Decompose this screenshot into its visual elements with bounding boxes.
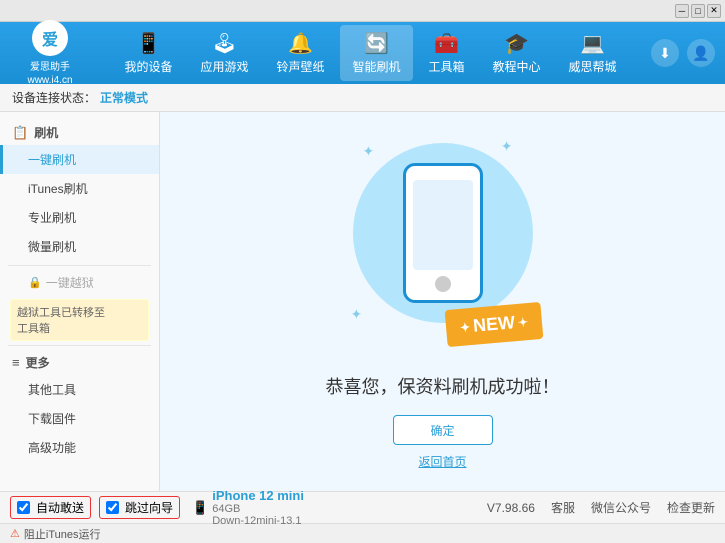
more-section-label: 更多 bbox=[26, 354, 50, 371]
header-right: ⬇ 👤 bbox=[651, 39, 715, 67]
nav-label-tutorial: 教程中心 bbox=[493, 58, 541, 75]
user-btn[interactable]: 👤 bbox=[687, 39, 715, 67]
itunes-status: 阻止iTunes运行 bbox=[24, 526, 101, 542]
content-area: ✦ ✦ ✦ ✦ NEW ✦ 恭喜您，保资料刷机成功啦！ 确定 返回首页 bbox=[160, 112, 725, 491]
status-label: 设备连接状态： bbox=[12, 89, 96, 106]
checkbox-skip-guide-wrapper: 跳过向导 bbox=[99, 496, 180, 519]
phone-home-btn bbox=[435, 276, 451, 292]
sparkle-3: ✦ bbox=[351, 306, 363, 323]
phone-illustration: ✦ ✦ ✦ ✦ NEW ✦ bbox=[343, 133, 543, 353]
phone-circle-bg bbox=[353, 143, 533, 323]
device-phone-icon: 📱 bbox=[192, 500, 208, 516]
nav-item-app-game[interactable]: 🕹 应用游戏 bbox=[188, 25, 260, 81]
more-section-icon: ≡ bbox=[12, 355, 20, 370]
nav-icon-ringtone: 🔔 bbox=[288, 31, 313, 56]
checkbox-skip-guide[interactable] bbox=[106, 501, 119, 514]
bottom-right: V7.98.66 客服 微信公众号 检查更新 bbox=[487, 499, 715, 516]
nav-icon-my-device: 📱 bbox=[136, 31, 161, 56]
title-bar: ─ □ ✕ bbox=[0, 0, 725, 22]
nav-item-smart-flash[interactable]: 🔄 智能刷机 bbox=[340, 25, 412, 81]
device-details: iPhone 12 mini 64GB Down-12mini-13.1 bbox=[212, 488, 304, 527]
logo[interactable]: 爱 爱思助手 www.i4.cn bbox=[10, 20, 90, 86]
sidebar-item-other-tools[interactable]: 其他工具 bbox=[0, 375, 159, 404]
new-badge-text: NEW bbox=[473, 312, 517, 337]
nav-item-tutorial[interactable]: 🎓 教程中心 bbox=[481, 25, 553, 81]
nav-icon-weisi: 💻 bbox=[580, 31, 605, 56]
nav-label-toolbox: 工具箱 bbox=[429, 58, 465, 75]
device-info: 📱 iPhone 12 mini 64GB Down-12mini-13.1 bbox=[192, 488, 304, 527]
checkbox-skip-guide-label[interactable]: 跳过向导 bbox=[125, 499, 173, 516]
status-bar: 设备连接状态： 正常模式 bbox=[0, 84, 725, 112]
new-star-right: ✦ bbox=[518, 315, 529, 330]
sidebar-item-download-fw[interactable]: 下载固件 bbox=[0, 404, 159, 433]
sidebar-item-save-flash[interactable]: 微量刷机 bbox=[0, 232, 159, 261]
jailbreak-notice: 越狱工具已转移至工具箱 bbox=[10, 299, 149, 341]
header: 爱 爱思助手 www.i4.cn 📱 我的设备 🕹 应用游戏 🔔 铃声壁纸 🔄 智能刷机 🧰 工具… bbox=[0, 22, 725, 84]
phone-body bbox=[403, 163, 483, 303]
close-btn[interactable]: ✕ bbox=[707, 4, 721, 18]
jailbreak-label: 一键越狱 bbox=[46, 274, 94, 291]
new-star-left: ✦ bbox=[460, 320, 471, 335]
success-message: 恭喜您，保资料刷机成功啦！ bbox=[326, 373, 560, 399]
check-update-link[interactable]: 检查更新 bbox=[667, 499, 715, 516]
nav-label-ringtone: 铃声壁纸 bbox=[276, 58, 324, 75]
download-btn[interactable]: ⬇ bbox=[651, 39, 679, 67]
nav-item-toolbox[interactable]: 🧰 工具箱 bbox=[417, 25, 477, 81]
divider-2 bbox=[8, 345, 151, 346]
bottom-bar: 自动敢送 跳过向导 📱 iPhone 12 mini 64GB Down-12m… bbox=[0, 491, 725, 523]
sidebar: 📋 刷机 一键刷机 iTunes刷机 专业刷机 微量刷机 🔒 一键越狱 越狱工具… bbox=[0, 112, 160, 491]
divider-1 bbox=[8, 265, 151, 266]
nav-label-my-device: 我的设备 bbox=[124, 58, 172, 75]
sparkle-2: ✦ bbox=[501, 138, 513, 155]
sparkle-1: ✦ bbox=[363, 143, 375, 160]
version-label: V7.98.66 bbox=[487, 501, 535, 515]
logo-name: 爱思助手 bbox=[30, 58, 70, 73]
itunes-bar: ⚠ 阻止iTunes运行 bbox=[0, 523, 725, 543]
nav-label-app-game: 应用游戏 bbox=[200, 58, 248, 75]
nav-label-weisi: 威思帮城 bbox=[569, 58, 617, 75]
status-value: 正常模式 bbox=[100, 89, 148, 106]
sidebar-item-one-click-flash[interactable]: 一键刷机 bbox=[0, 145, 159, 174]
device-firmware: Down-12mini-13.1 bbox=[212, 515, 304, 527]
nav-item-ringtone[interactable]: 🔔 铃声壁纸 bbox=[264, 25, 336, 81]
main: 📋 刷机 一键刷机 iTunes刷机 专业刷机 微量刷机 🔒 一键越狱 越狱工具… bbox=[0, 112, 725, 491]
wechat-link[interactable]: 微信公众号 bbox=[591, 499, 651, 516]
logo-url: www.i4.cn bbox=[27, 75, 72, 86]
maximize-btn[interactable]: □ bbox=[691, 4, 705, 18]
sidebar-section-jailbreak: 🔒 一键越狱 bbox=[0, 270, 159, 295]
nav-icon-app-game: 🕹 bbox=[212, 31, 237, 56]
nav-icon-toolbox: 🧰 bbox=[434, 31, 459, 56]
sidebar-section-flash: 📋 刷机 bbox=[0, 120, 159, 145]
flash-section-icon: 📋 bbox=[12, 125, 28, 141]
checkbox-auto-select-label[interactable]: 自动敢送 bbox=[36, 499, 84, 516]
nav-item-my-device[interactable]: 📱 我的设备 bbox=[112, 25, 184, 81]
nav-icon-smart-flash: 🔄 bbox=[364, 31, 389, 56]
sidebar-item-advanced[interactable]: 高级功能 bbox=[0, 433, 159, 462]
confirm-button[interactable]: 确定 bbox=[393, 415, 493, 445]
itunes-icon: ⚠ bbox=[10, 527, 20, 540]
phone-screen bbox=[413, 180, 473, 270]
nav-icon-tutorial: 🎓 bbox=[504, 31, 529, 56]
logo-icon: 爱 bbox=[32, 20, 68, 56]
checkbox-auto-select-wrapper: 自动敢送 bbox=[10, 496, 91, 519]
nav-label-smart-flash: 智能刷机 bbox=[352, 58, 400, 75]
sidebar-item-itunes-flash[interactable]: iTunes刷机 bbox=[0, 174, 159, 203]
minimize-btn[interactable]: ─ bbox=[675, 4, 689, 18]
nav-items: 📱 我的设备 🕹 应用游戏 🔔 铃声壁纸 🔄 智能刷机 🧰 工具箱 🎓 教程中心 💻 威思帮城 bbox=[100, 25, 641, 81]
sidebar-section-more: ≡ 更多 bbox=[0, 350, 159, 375]
new-badge: ✦ NEW ✦ bbox=[445, 302, 544, 347]
flash-section-label: 刷机 bbox=[34, 124, 58, 141]
nav-item-weisi[interactable]: 💻 威思帮城 bbox=[557, 25, 629, 81]
checkbox-auto-select[interactable] bbox=[17, 501, 30, 514]
device-storage: 64GB bbox=[212, 503, 304, 515]
again-link[interactable]: 返回首页 bbox=[418, 453, 466, 470]
customer-service-link[interactable]: 客服 bbox=[551, 499, 575, 516]
sidebar-item-pro-flash[interactable]: 专业刷机 bbox=[0, 203, 159, 232]
